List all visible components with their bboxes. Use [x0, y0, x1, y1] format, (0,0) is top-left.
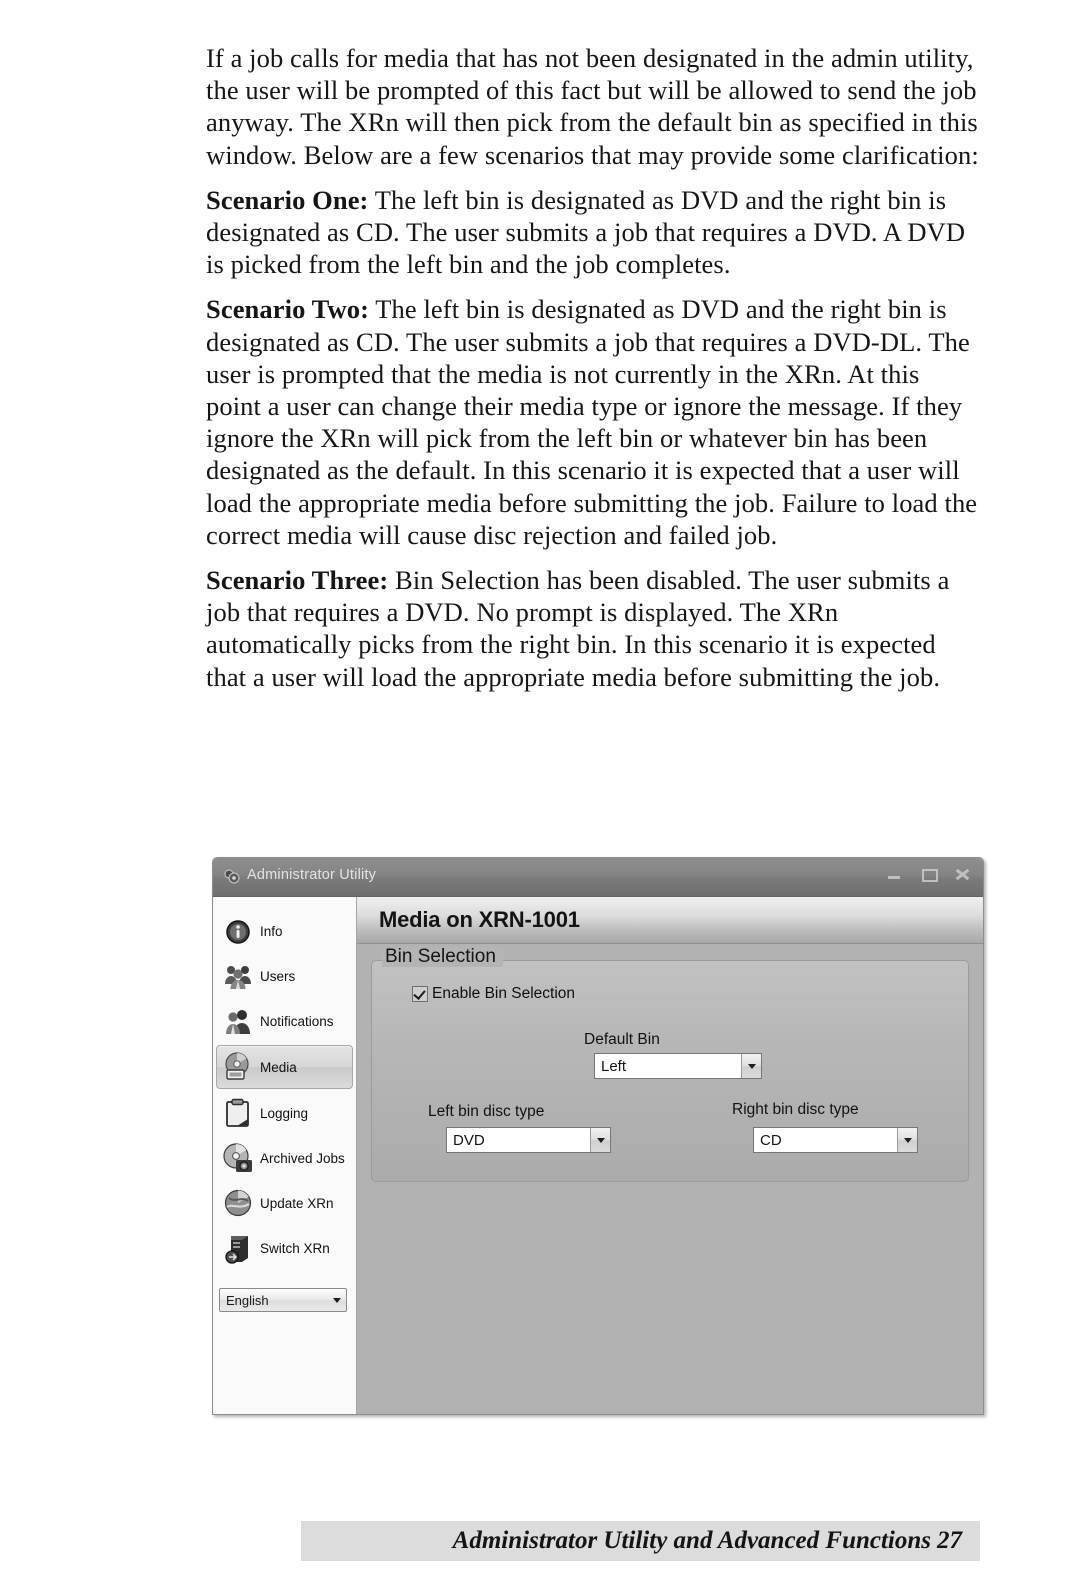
sidebar-item-logging[interactable]: Logging	[217, 1092, 352, 1134]
page-title: Media on XRN-1001	[379, 907, 580, 932]
administrator-utility-window: Administrator Utility Info Users Notific…	[212, 857, 984, 1415]
sidebar-item-update-xrn[interactable]: Update XRn	[217, 1182, 352, 1224]
left-bin-value: DVD	[447, 1128, 590, 1152]
sidebar-item-label: Users	[260, 968, 296, 984]
sidebar-item-users[interactable]: Users	[217, 955, 352, 997]
footer-content: Administrator Utility and Advanced Funct…	[453, 1527, 962, 1555]
bin-selection-legend: Bin Selection	[382, 947, 503, 967]
paragraph-lead: Scenario Two:	[206, 294, 369, 325]
footer-page-number: 27	[937, 1527, 962, 1554]
info-icon	[222, 915, 255, 948]
maximize-icon[interactable]	[920, 866, 938, 882]
right-bin-disc-type-select[interactable]: CD	[753, 1127, 918, 1153]
sidebar-item-label: Switch XRn	[260, 1240, 330, 1256]
users-icon	[222, 960, 255, 993]
check-icon	[413, 987, 426, 1000]
right-bin-label: Right bin disc type	[732, 1101, 859, 1118]
enable-bin-selection-label: Enable Bin Selection	[432, 985, 576, 1002]
footer-title: Administrator Utility and Advanced Funct…	[452, 1527, 931, 1554]
archived-jobs-icon	[222, 1142, 255, 1175]
document-body: If a job calls for media that has not be…	[206, 42, 981, 706]
left-bin-disc-type-select[interactable]: DVD	[446, 1127, 611, 1153]
sidebar-item-label: Update XRn	[260, 1195, 334, 1211]
paragraph-text: If a job calls for media that has not be…	[206, 43, 979, 170]
chevron-down-icon[interactable]	[741, 1054, 761, 1078]
window-body: Info Users Notifications Media Logging A…	[213, 897, 983, 1414]
content-header: Media on XRN-1001	[357, 897, 983, 944]
default-bin-value: Left	[595, 1054, 741, 1078]
window-titlebar: Administrator Utility	[213, 858, 983, 897]
sidebar-item-label: Notifications	[260, 1013, 334, 1029]
window-title: Administrator Utility	[247, 867, 377, 883]
page-footer: Administrator Utility and Advanced Funct…	[301, 1521, 980, 1561]
sidebar-item-info[interactable]: Info	[217, 910, 352, 952]
sidebar-item-switch-xrn[interactable]: Switch XRn	[217, 1227, 352, 1269]
sidebar-item-media[interactable]: Media	[216, 1045, 353, 1089]
default-bin-label: Default Bin	[584, 1031, 660, 1048]
content-panel: Media on XRN-1001 Bin Selection Enable B…	[357, 897, 983, 1414]
paragraph-text: The left bin is designated as DVD and th…	[206, 294, 978, 550]
window-controls	[886, 866, 971, 882]
default-bin-select[interactable]: Left	[594, 1053, 762, 1079]
sidebar: Info Users Notifications Media Logging A…	[213, 897, 357, 1414]
logging-icon	[222, 1097, 255, 1130]
chevron-down-icon	[333, 1297, 341, 1303]
right-bin-value: CD	[754, 1128, 897, 1152]
enable-bin-selection-row[interactable]: Enable Bin Selection	[412, 985, 575, 1003]
paragraph-scenario-two: Scenario Two: The left bin is designated…	[206, 293, 981, 551]
enable-bin-selection-checkbox[interactable]	[412, 986, 428, 1002]
left-bin-label: Left bin disc type	[428, 1103, 545, 1120]
paragraph-lead: Scenario Three:	[206, 565, 389, 596]
update-xrn-icon	[222, 1187, 255, 1220]
media-icon	[222, 1051, 255, 1084]
language-select-value: English	[226, 1292, 269, 1308]
chevron-down-icon[interactable]	[897, 1128, 917, 1152]
paragraph-intro: If a job calls for media that has not be…	[206, 42, 981, 171]
paragraph-scenario-one: Scenario One: The left bin is designated…	[206, 184, 981, 281]
paragraph-scenario-three: Scenario Three: Bin Selection has been d…	[206, 564, 981, 693]
language-select[interactable]: English	[219, 1288, 347, 1312]
close-icon[interactable]	[954, 866, 971, 882]
app-icon	[223, 868, 241, 886]
minimize-icon[interactable]	[886, 866, 903, 882]
chevron-down-icon[interactable]	[590, 1128, 610, 1152]
notifications-icon	[222, 1005, 255, 1038]
sidebar-item-notifications[interactable]: Notifications	[217, 1000, 352, 1042]
switch-xrn-icon	[222, 1232, 255, 1265]
paragraph-lead: Scenario One:	[206, 184, 369, 215]
sidebar-item-label: Logging	[260, 1105, 309, 1121]
bin-selection-group: Bin Selection Enable Bin Selection Defau…	[371, 947, 969, 1182]
sidebar-item-label: Info	[260, 923, 283, 939]
sidebar-item-label: Media	[260, 1059, 297, 1075]
sidebar-item-archived-jobs[interactable]: Archived Jobs	[217, 1137, 352, 1179]
sidebar-item-label: Archived Jobs	[260, 1150, 345, 1166]
